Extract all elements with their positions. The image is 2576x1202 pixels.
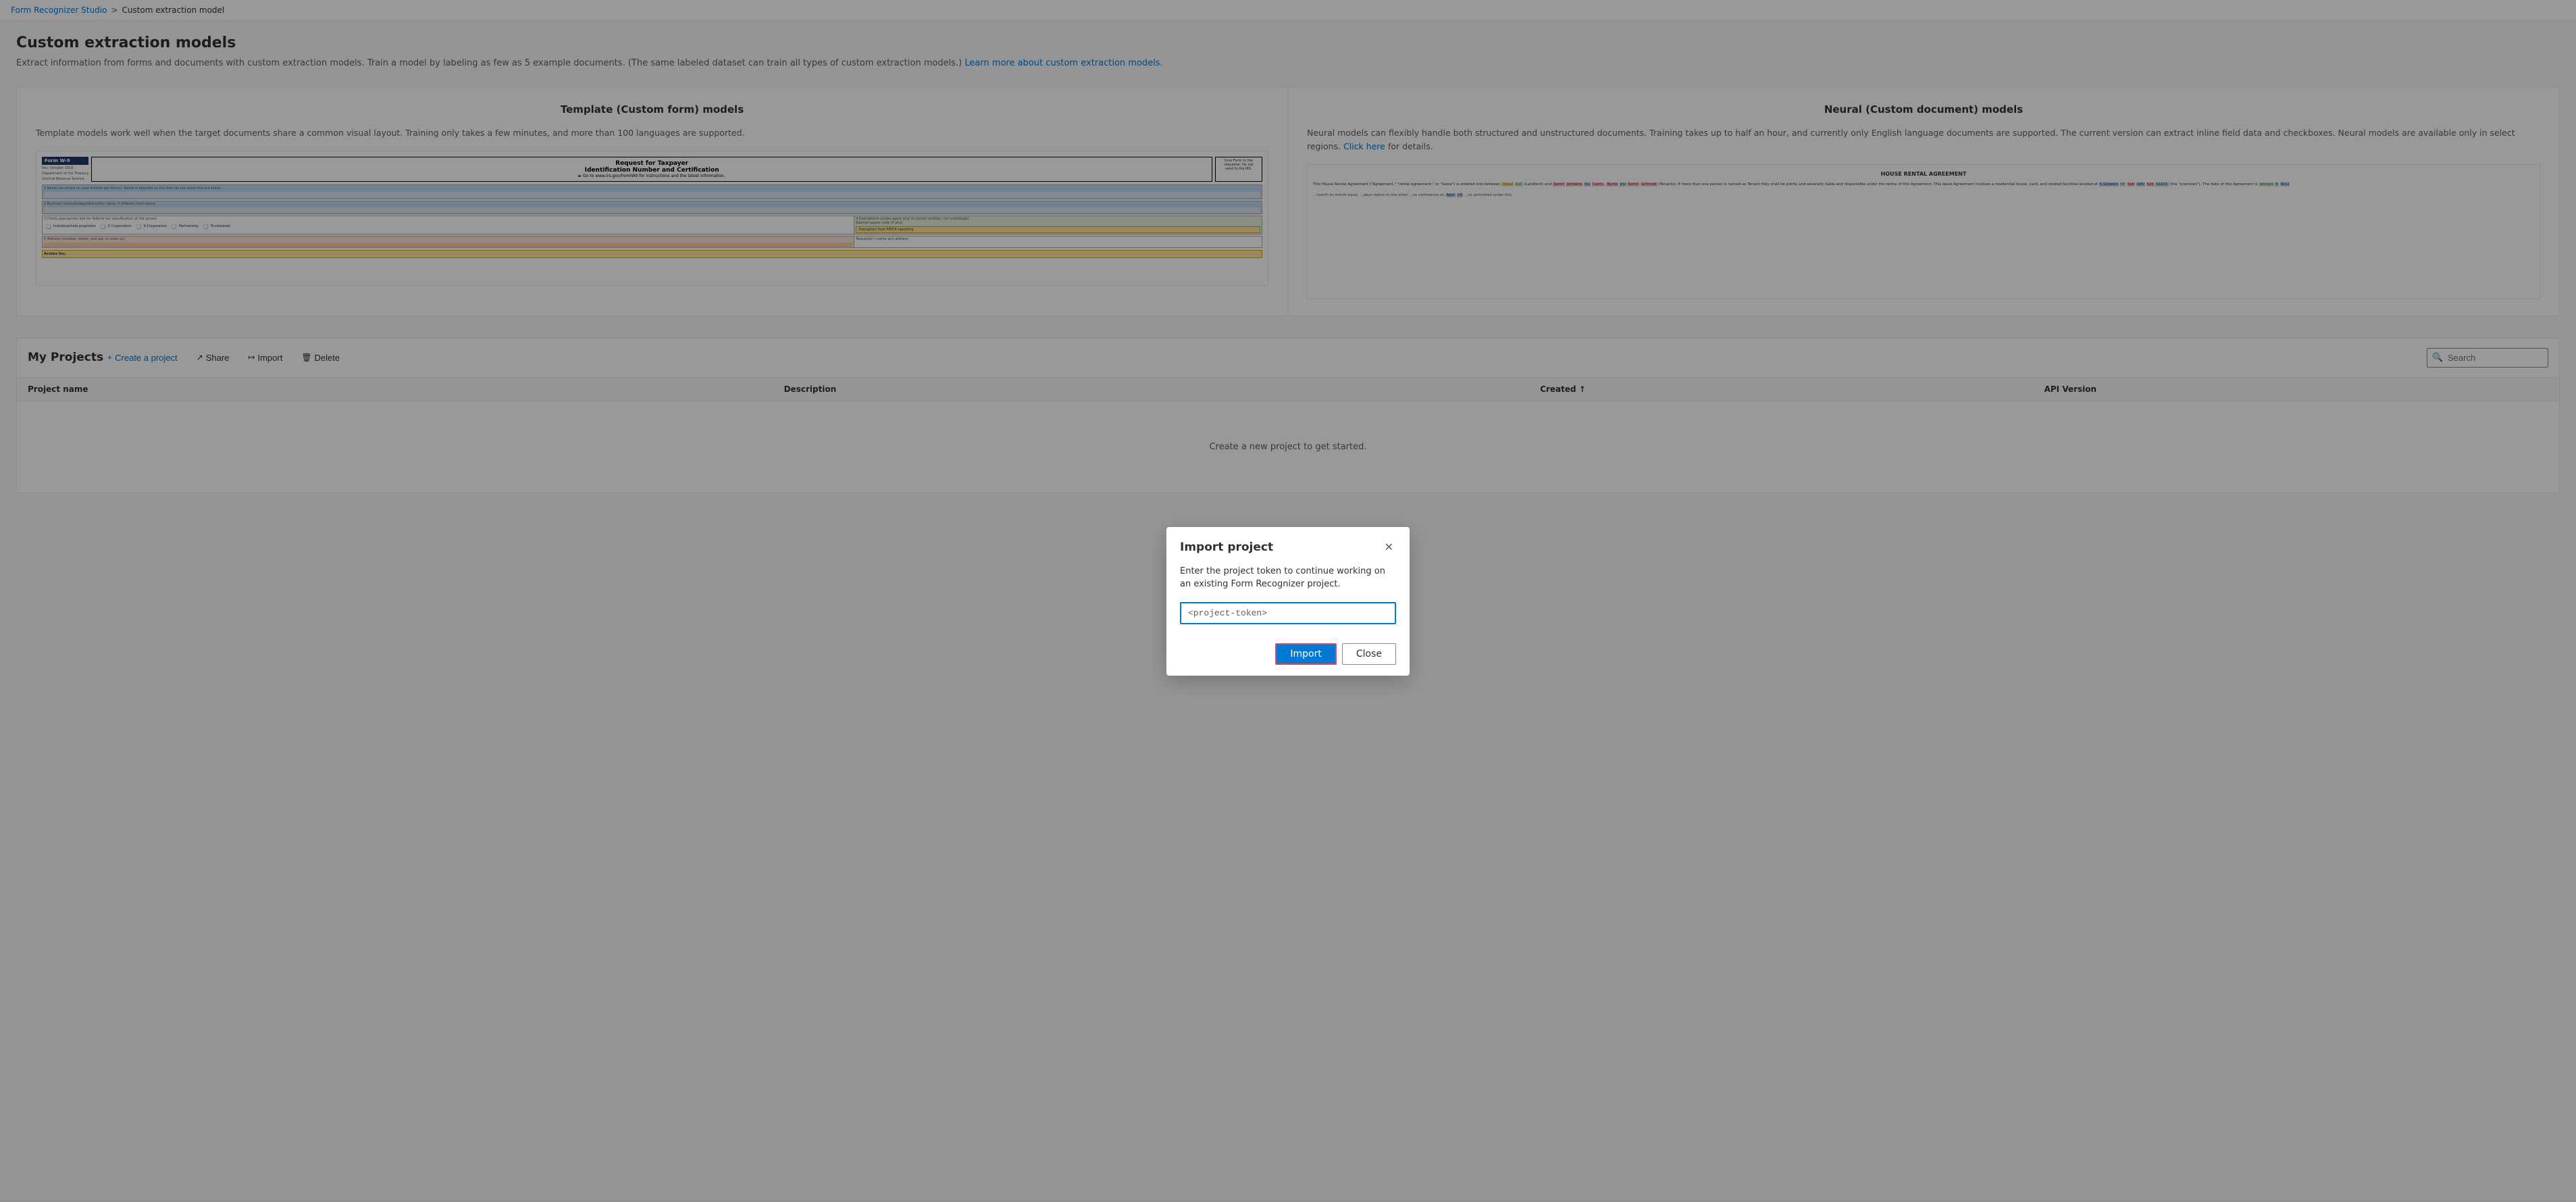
modal-body: Enter the project token to continue work… [1166, 565, 1410, 635]
import-confirm-button[interactable]: Import [1275, 643, 1336, 665]
modal-description: Enter the project token to continue work… [1180, 565, 1396, 591]
modal-overlay[interactable]: Import project ✕ Enter the project token… [0, 0, 2576, 1202]
modal-footer: Import Close [1166, 635, 1410, 676]
modal-close-button[interactable]: Close [1342, 643, 1396, 665]
modal-header: Import project ✕ [1166, 527, 1410, 565]
project-token-input[interactable] [1180, 602, 1396, 624]
import-project-modal: Import project ✕ Enter the project token… [1166, 527, 1410, 676]
modal-close-x-button[interactable]: ✕ [1382, 538, 1396, 557]
modal-title: Import project [1180, 541, 1273, 554]
